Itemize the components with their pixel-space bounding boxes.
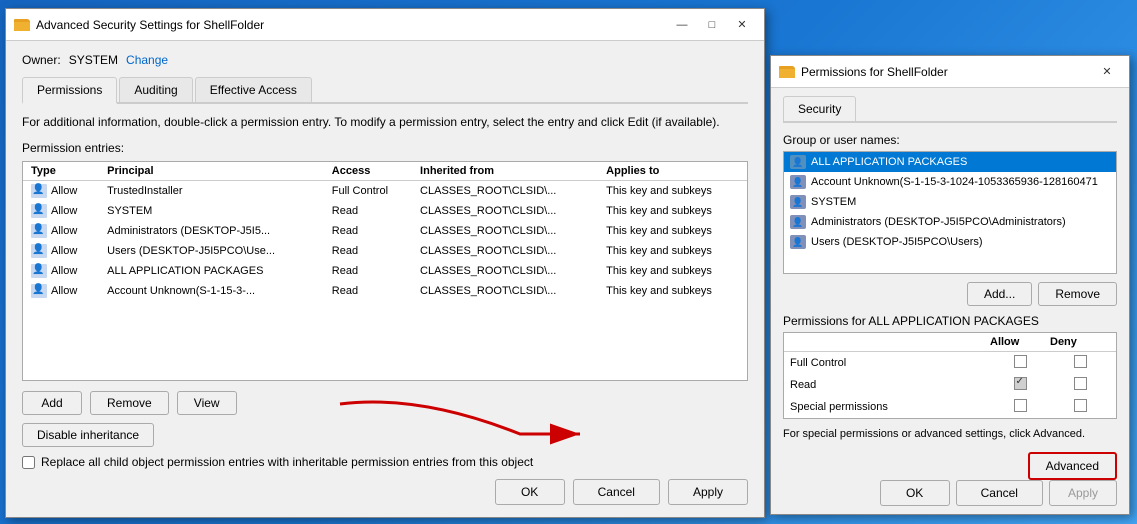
user-name: SYSTEM	[811, 196, 856, 208]
col-applies: Applies to	[598, 162, 747, 181]
replace-checkbox[interactable]	[22, 456, 35, 469]
tab-permissions[interactable]: Permissions	[22, 77, 117, 104]
add-remove-row: Add... Remove	[783, 282, 1117, 306]
second-dialog-body: Security Group or user names: 👤 ALL APPL…	[771, 88, 1129, 514]
apply-button[interactable]: Apply	[668, 479, 748, 505]
col-deny: Deny	[1050, 336, 1110, 348]
advanced-btn-area: Advanced	[783, 452, 1117, 480]
allow-checkbox[interactable]	[1014, 377, 1027, 390]
user-list-item[interactable]: 👤 Users (DESKTOP-J5I5PCO\Users)	[784, 232, 1116, 252]
perm-name: Full Control	[790, 357, 990, 369]
ok-button[interactable]: OK	[495, 479, 565, 505]
cancel-button[interactable]: Cancel	[573, 479, 660, 505]
col-inherited: Inherited from	[412, 162, 598, 181]
add-user-button[interactable]: Add...	[967, 282, 1032, 306]
user-list-item[interactable]: 👤 SYSTEM	[784, 192, 1116, 212]
remove-user-button[interactable]: Remove	[1038, 282, 1117, 306]
table-row[interactable]: Allow Account Unknown(S-1-15-3-... Read …	[23, 281, 747, 301]
user-list: 👤 ALL APPLICATION PACKAGES 👤 Account Unk…	[783, 151, 1117, 274]
table-row[interactable]: Allow Administrators (DESKTOP-J5I5... Re…	[23, 221, 747, 241]
perm-check-table: Allow Deny Full Control Read Special per…	[783, 332, 1117, 419]
remove-button[interactable]: Remove	[90, 391, 169, 415]
bottom-buttons: Add Remove View	[22, 391, 748, 415]
user-name: Account Unknown(S-1-15-3-1024-1053365936…	[811, 176, 1098, 188]
change-owner-link[interactable]: Change	[126, 53, 168, 67]
security-tab-bar: Security	[783, 96, 1117, 123]
checkbox-row: Replace all child object permission entr…	[22, 455, 748, 469]
user-name: Users (DESKTOP-J5I5PCO\Users)	[811, 236, 983, 248]
deny-checkbox[interactable]	[1074, 355, 1087, 368]
table-row[interactable]: Allow ALL APPLICATION PACKAGES Read CLAS…	[23, 261, 747, 281]
owner-row: Owner: SYSTEM Change	[22, 53, 748, 67]
permission-table: Type Principal Access Inherited from App…	[23, 162, 747, 301]
perm-check-row: Read	[784, 374, 1116, 396]
user-list-item[interactable]: 👤 Account Unknown(S-1-15-3-1024-10533659…	[784, 172, 1116, 192]
apply-button-2[interactable]: Apply	[1049, 480, 1117, 506]
tab-security[interactable]: Security	[783, 96, 856, 121]
second-dialog-titlebar: Permissions for ShellFolder ✕	[771, 56, 1129, 88]
user-list-item[interactable]: 👤 Administrators (DESKTOP-J5I5PCO\Admini…	[784, 212, 1116, 232]
deny-checkbox[interactable]	[1074, 377, 1087, 390]
minimize-button[interactable]: —	[668, 15, 696, 35]
cancel-button-2[interactable]: Cancel	[956, 480, 1043, 506]
section-label: Permission entries:	[22, 141, 748, 155]
user-icon: 👤	[790, 175, 806, 189]
user-list-item[interactable]: 👤 ALL APPLICATION PACKAGES	[784, 152, 1116, 172]
inheritance-row: Disable inheritance	[22, 423, 748, 447]
user-icon: 👤	[790, 155, 806, 169]
table-row[interactable]: Allow Users (DESKTOP-J5I5PCO\Use... Read…	[23, 241, 747, 261]
tabs-row: Permissions Auditing Effective Access	[22, 77, 748, 104]
owner-label: Owner:	[22, 53, 61, 67]
perm-check-header: Allow Deny	[784, 333, 1116, 352]
tab-auditing[interactable]: Auditing	[119, 77, 192, 102]
second-dialog: Permissions for ShellFolder ✕ Security G…	[770, 55, 1130, 515]
disable-inheritance-button[interactable]: Disable inheritance	[22, 423, 154, 447]
user-name: ALL APPLICATION PACKAGES	[811, 156, 967, 168]
user-name: Administrators (DESKTOP-J5I5PCO\Administ…	[811, 216, 1066, 228]
folder-icon	[14, 19, 30, 31]
perm-name: Special permissions	[790, 401, 990, 413]
close-button[interactable]: ✕	[728, 15, 756, 35]
info-text: For additional information, double-click…	[22, 114, 748, 131]
view-button[interactable]: View	[177, 391, 237, 415]
col-principal: Principal	[99, 162, 324, 181]
owner-value: SYSTEM	[69, 53, 118, 67]
permission-table-container: Type Principal Access Inherited from App…	[22, 161, 748, 381]
main-dialog-title: Advanced Security Settings for ShellFold…	[36, 18, 264, 32]
perm-name: Read	[790, 379, 990, 391]
table-row[interactable]: Allow SYSTEM Read CLASSES_ROOT\CLSID\...…	[23, 201, 747, 221]
perm-check-row: Special permissions	[784, 396, 1116, 418]
main-dialog-body: Owner: SYSTEM Change Permissions Auditin…	[6, 41, 764, 517]
col-type: Type	[23, 162, 99, 181]
final-buttons: OK Cancel Apply	[22, 479, 748, 505]
second-dialog-title: Permissions for ShellFolder	[801, 65, 948, 79]
perm-check-row: Full Control	[784, 352, 1116, 374]
main-dialog-titlebar: Advanced Security Settings for ShellFold…	[6, 9, 764, 41]
second-final-buttons: OK Cancel Apply	[783, 480, 1117, 506]
maximize-button[interactable]: □	[698, 15, 726, 35]
add-button[interactable]: Add	[22, 391, 82, 415]
checkbox-label: Replace all child object permission entr…	[41, 455, 533, 469]
close-button-2[interactable]: ✕	[1093, 62, 1121, 82]
ok-button-2[interactable]: OK	[880, 480, 950, 506]
tab-effective-access[interactable]: Effective Access	[195, 77, 312, 102]
user-icon: 👤	[790, 215, 806, 229]
col-allow: Allow	[990, 336, 1050, 348]
special-text: For special permissions or advanced sett…	[783, 427, 1117, 442]
group-label: Group or user names:	[783, 133, 1117, 147]
advanced-button[interactable]: Advanced	[1028, 452, 1117, 480]
user-icon: 👤	[790, 195, 806, 209]
user-icon: 👤	[790, 235, 806, 249]
folder-icon-2	[779, 66, 795, 78]
table-row[interactable]: Allow TrustedInstaller Full Control CLAS…	[23, 180, 747, 201]
col-access: Access	[324, 162, 412, 181]
main-dialog: Advanced Security Settings for ShellFold…	[5, 8, 765, 518]
deny-checkbox[interactable]	[1074, 399, 1087, 412]
perms-for-label: Permissions for ALL APPLICATION PACKAGES	[783, 314, 1117, 328]
allow-checkbox[interactable]	[1014, 355, 1027, 368]
allow-checkbox[interactable]	[1014, 399, 1027, 412]
